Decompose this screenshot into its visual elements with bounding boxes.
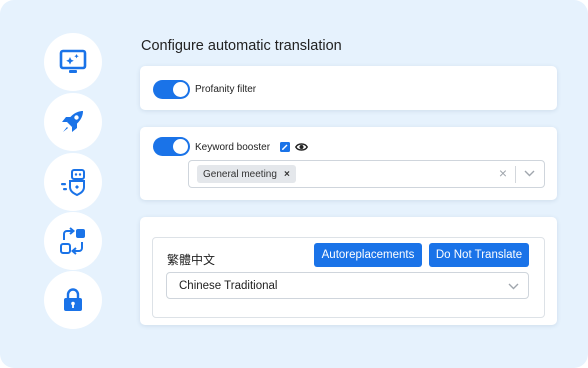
- toggle-knob: [173, 82, 188, 97]
- rail-button-rocket[interactable]: [44, 93, 102, 151]
- clear-icon[interactable]: ×: [499, 165, 507, 181]
- rail-button-swap[interactable]: [44, 212, 102, 270]
- chevron-down-icon[interactable]: [524, 170, 535, 177]
- language-native-name: 繁體中文: [167, 253, 216, 267]
- chip-label: General meeting: [203, 168, 277, 180]
- edit-icon[interactable]: [280, 142, 290, 152]
- lock-icon: [64, 288, 82, 311]
- keyword-booster-card: Keyword booster General meeting × ×: [140, 127, 557, 200]
- autoreplacements-button[interactable]: Autoreplacements: [314, 243, 422, 267]
- monitor-sparkle-icon: [59, 49, 87, 73]
- keyword-booster-label: Keyword booster: [195, 142, 271, 153]
- swap-arrows-icon: [60, 227, 85, 255]
- do-not-translate-button[interactable]: Do Not Translate: [429, 243, 529, 267]
- chevron-down-icon: [508, 283, 519, 290]
- chip-remove-icon[interactable]: ×: [284, 169, 290, 180]
- language-select[interactable]: Chinese Traditional: [166, 272, 529, 299]
- keyword-select[interactable]: General meeting × ×: [188, 160, 545, 188]
- rocket-icon: [62, 111, 83, 132]
- keyword-chip: General meeting ×: [197, 165, 296, 183]
- keyword-booster-toggle[interactable]: [153, 137, 190, 156]
- eye-icon[interactable]: [295, 142, 308, 152]
- profanity-toggle[interactable]: [153, 80, 190, 99]
- language-row: 繁體中文 Autoreplacements Do Not Translate C…: [152, 237, 545, 318]
- rail-button-robot[interactable]: [44, 153, 102, 211]
- language-card: 繁體中文 Autoreplacements Do Not Translate C…: [140, 217, 557, 325]
- toggle-knob: [173, 139, 188, 154]
- page-title: Configure automatic translation: [141, 38, 342, 54]
- divider: [515, 166, 516, 183]
- robot-shield-icon: [61, 169, 85, 197]
- rail-button-lock[interactable]: [44, 271, 102, 329]
- background-panel: Configure automatic translation Profanit…: [0, 0, 588, 368]
- rail-button-monitor[interactable]: [44, 33, 102, 91]
- profanity-label: Profanity filter: [195, 84, 257, 95]
- language-select-value: Chinese Traditional: [179, 280, 278, 292]
- profanity-card: Profanity filter: [140, 66, 557, 110]
